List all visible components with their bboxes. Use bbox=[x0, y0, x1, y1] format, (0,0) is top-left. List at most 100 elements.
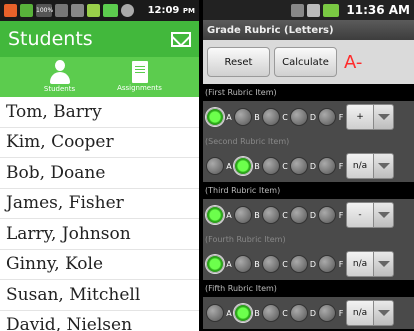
rubric-item-row: A B C D Fn/a bbox=[203, 150, 414, 182]
grade-radio-a[interactable] bbox=[206, 304, 224, 322]
list-item[interactable]: Bob, Doane bbox=[0, 158, 199, 189]
modifier-dropdown[interactable]: n/a bbox=[346, 300, 394, 326]
grade-radio-d[interactable] bbox=[290, 206, 308, 224]
grade-radio-label: B bbox=[254, 210, 260, 220]
grade-radio-f[interactable] bbox=[318, 206, 336, 224]
rubric-item-label: (Third Rubric Item) bbox=[203, 182, 414, 199]
tab-bar: Students Assignments bbox=[0, 57, 199, 97]
notification-icon bbox=[4, 4, 17, 17]
grade-radio-label: C bbox=[282, 161, 288, 171]
tab-label: Assignments bbox=[117, 84, 162, 92]
grade-radio-label: A bbox=[226, 112, 232, 122]
grade-rubric-screen: 11:36 AM Grade Rubric (Letters) Reset Ca… bbox=[203, 0, 414, 331]
rubric-item-row: A B C D Fn/a bbox=[203, 297, 414, 329]
grade-radio-d[interactable] bbox=[290, 108, 308, 126]
modifier-dropdown[interactable]: n/a bbox=[346, 251, 394, 277]
grade-radio-a[interactable] bbox=[206, 108, 224, 126]
grade-radio-b[interactable] bbox=[234, 255, 252, 273]
title-bar: Students bbox=[0, 21, 199, 57]
battery-icon bbox=[103, 4, 118, 17]
chevron-down-icon[interactable] bbox=[374, 153, 394, 179]
grade-radio-label: B bbox=[254, 161, 260, 171]
chevron-down-icon[interactable] bbox=[374, 251, 394, 277]
signal-icon bbox=[87, 4, 100, 17]
list-item[interactable]: Larry, Johnson bbox=[0, 219, 199, 250]
grade-radio-d[interactable] bbox=[290, 157, 308, 175]
rubric-item-label: (Fifth Rubric Item) bbox=[203, 280, 414, 297]
app-icon bbox=[20, 4, 33, 17]
rubric-item-row: A B C D F- bbox=[203, 199, 414, 231]
grade-radio-a[interactable] bbox=[206, 206, 224, 224]
grade-radio-label: A bbox=[226, 161, 232, 171]
list-item[interactable]: Tom, Barry bbox=[0, 97, 199, 128]
page-title: Students bbox=[8, 28, 93, 50]
grade-radio-label: C bbox=[282, 308, 288, 318]
chevron-down-icon[interactable] bbox=[374, 202, 394, 228]
signal-icon bbox=[307, 3, 321, 17]
status-bar: 11:36 AM bbox=[203, 0, 414, 20]
grade-radio-b[interactable] bbox=[234, 108, 252, 126]
grade-radio-c[interactable] bbox=[262, 108, 280, 126]
grade-radio-label: B bbox=[254, 112, 260, 122]
grade-radio-f[interactable] bbox=[318, 157, 336, 175]
battery-icon bbox=[323, 3, 340, 17]
grade-radio-a[interactable] bbox=[206, 157, 224, 175]
grade-radio-c[interactable] bbox=[262, 255, 280, 273]
rubric-item-row: A B C D F + bbox=[203, 101, 414, 133]
grade-radio-b[interactable] bbox=[234, 304, 252, 322]
grade-radio-c[interactable] bbox=[262, 157, 280, 175]
grade-radio-b[interactable] bbox=[234, 206, 252, 224]
grade-radio-label: A bbox=[226, 308, 232, 318]
list-item[interactable]: James, Fisher bbox=[0, 189, 199, 219]
grade-radio-d[interactable] bbox=[290, 304, 308, 322]
person-icon bbox=[49, 60, 70, 84]
modifier-dropdown[interactable]: - bbox=[346, 202, 394, 228]
grade-radio-label: C bbox=[282, 210, 288, 220]
grade-radio-f[interactable] bbox=[318, 108, 336, 126]
tab-students[interactable]: Students bbox=[35, 60, 85, 97]
grade-radio-f[interactable] bbox=[318, 255, 336, 273]
rubric-items: (First Rubric Item) A B C D F + (Second Rubric … bbox=[203, 84, 414, 329]
calculate-button[interactable]: Calculate bbox=[274, 47, 337, 77]
chevron-down-icon[interactable] bbox=[374, 300, 394, 326]
tab-label: Students bbox=[43, 85, 76, 93]
alarm-icon bbox=[121, 4, 134, 17]
chevron-down-icon[interactable] bbox=[374, 104, 394, 130]
grade-radio-label: F bbox=[338, 210, 344, 220]
modifier-dropdown[interactable]: n/a bbox=[346, 153, 394, 179]
usb-icon bbox=[71, 4, 84, 17]
grade-radio-label: B bbox=[254, 259, 260, 269]
rubric-item-label: (Fourth Rubric Item) bbox=[203, 231, 414, 248]
sd-card-icon bbox=[55, 4, 68, 17]
grade-radio-label: F bbox=[338, 161, 344, 171]
grade-radio-label: A bbox=[226, 259, 232, 269]
list-item[interactable]: David, Nielsen bbox=[0, 311, 199, 331]
modifier-value: + bbox=[346, 104, 374, 130]
grade-radio-label: F bbox=[338, 112, 344, 122]
rubric-item-label: (First Rubric Item) bbox=[203, 84, 414, 101]
grade-radio-d[interactable] bbox=[290, 255, 308, 273]
list-item[interactable]: Kim, Cooper bbox=[0, 128, 199, 158]
list-item[interactable]: Ginny, Kole bbox=[0, 250, 199, 280]
grade-radio-c[interactable] bbox=[262, 304, 280, 322]
grade-radio-f[interactable] bbox=[318, 304, 336, 322]
rubric-item-label: (Second Rubric Item) bbox=[203, 133, 414, 150]
status-time: 12:09 PM bbox=[147, 5, 195, 16]
grade-radio-a[interactable] bbox=[206, 255, 224, 273]
tab-assignments[interactable]: Assignments bbox=[115, 60, 165, 97]
grade-radio-c[interactable] bbox=[262, 206, 280, 224]
action-bar: Reset Calculate A- bbox=[203, 40, 414, 84]
grade-radio-label: A bbox=[226, 210, 232, 220]
reset-button[interactable]: Reset bbox=[207, 47, 270, 77]
grade-radio-label: D bbox=[309, 308, 317, 318]
modifier-dropdown[interactable]: + bbox=[346, 104, 394, 130]
grade-radio-label: F bbox=[338, 308, 344, 318]
grade-radio-b[interactable] bbox=[234, 157, 252, 175]
result-grade: A- bbox=[344, 51, 363, 73]
page-title: Grade Rubric (Letters) bbox=[203, 20, 414, 40]
grade-radio-label: C bbox=[282, 112, 288, 122]
student-list: Tom, Barry Kim, Cooper Bob, Doane James,… bbox=[0, 97, 199, 331]
grade-radio-label: F bbox=[338, 259, 344, 269]
list-item[interactable]: Susan, Mitchell bbox=[0, 280, 199, 311]
mail-icon[interactable] bbox=[171, 31, 191, 47]
